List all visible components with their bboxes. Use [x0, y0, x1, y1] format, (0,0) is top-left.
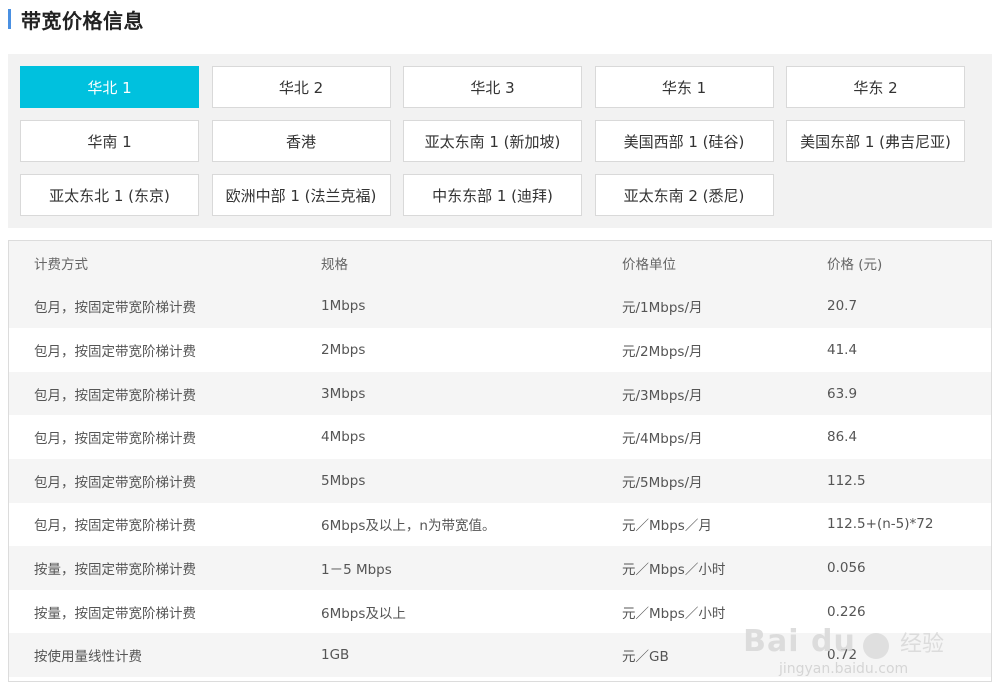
region-button[interactable]: 香港 [211, 120, 391, 162]
table-row: 包月，按固定带宽阶梯计费 5Mbps 元/5Mbps/月 112.5 [9, 458, 991, 503]
region-button[interactable]: 中东东部 1 (迪拜) [403, 174, 582, 216]
region-button[interactable]: 华东 2 [786, 66, 965, 108]
region-button[interactable]: 华东 1 [594, 66, 774, 108]
cell-spec: 6Mbps及以上 [321, 605, 406, 622]
watermark-text: 经验 [899, 631, 944, 657]
cell-price: 63.9 [827, 385, 858, 402]
table-row: 包月，按固定带宽阶梯计费 2Mbps 元/2Mbps/月 41.4 [9, 328, 991, 372]
cell-billing-method: 包月，按固定带宽阶梯计费 [34, 431, 196, 448]
region-button[interactable]: 美国西部 1 (硅谷) [594, 120, 774, 162]
region-button[interactable]: 华南 1 [20, 120, 199, 162]
region-button[interactable]: 华北 1 [20, 66, 199, 108]
table-row: 包月，按固定带宽阶梯计费 1Mbps 元/1Mbps/月 20.7 [9, 284, 991, 329]
watermark-logo: Bai du [743, 623, 856, 659]
header-spec: 规格 [321, 256, 348, 273]
cell-spec: 3Mbps [321, 385, 366, 402]
cell-spec: 6Mbps及以上，n为带宽值。 [321, 518, 496, 535]
cell-price: 112.5+(n-5)*72 [827, 516, 934, 533]
region-grid: 华北 1 华北 2 华北 3 华东 1 华东 2 华南 1 香港 亚太东南 1 (新加坡) 美国… [20, 66, 965, 216]
cell-price: 0.226 [827, 603, 866, 620]
cell-billing-method: 包月，按固定带宽阶梯计费 [34, 387, 196, 404]
region-selector-panel: 华北 1 华北 2 华北 3 华东 1 华东 2 华南 1 香港 亚太东南 1 (新加坡) 美国… [8, 54, 992, 228]
region-button[interactable]: 华北 2 [211, 66, 391, 108]
title-accent-bar [8, 9, 11, 29]
table-row: 包月，按固定带宽阶梯计费 6Mbps及以上，n为带宽值。 元／Mbps／月 112.5… [9, 503, 991, 547]
baidu-jingyan-watermark: Bai du 经验 jingyan.baidu.com [743, 624, 944, 678]
cell-price: 86.4 [827, 429, 858, 446]
cell-price-unit: 元/1Mbps/月 [622, 300, 703, 317]
table-header-row: 计费方式 规格 价格单位 价格 (元) [9, 241, 991, 285]
watermark-url: jingyan.baidu.com [778, 661, 909, 677]
region-button[interactable]: 华北 3 [403, 66, 582, 108]
page-title: 带宽价格信息 [21, 8, 144, 33]
cell-billing-method: 按量，按固定带宽阶梯计费 [34, 561, 196, 578]
cell-price-unit: 元／Mbps／小时 [622, 561, 726, 578]
paw-icon [862, 633, 889, 659]
table-row: 包月，按固定带宽阶梯计费 3Mbps 元/3Mbps/月 63.9 [9, 371, 991, 416]
region-button[interactable]: 欧洲中部 1 (法兰克福) [211, 174, 391, 216]
cell-price-unit: 元／Mbps／月 [622, 518, 712, 535]
cell-price-unit: 元/5Mbps/月 [622, 474, 703, 491]
region-button[interactable]: 亚太东南 1 (新加坡) [403, 120, 582, 162]
cell-spec: 2Mbps [321, 341, 366, 358]
cell-billing-method: 包月，按固定带宽阶梯计费 [34, 343, 196, 360]
cell-price: 20.7 [827, 298, 858, 315]
header-price-unit: 价格单位 [622, 256, 676, 273]
bandwidth-price-table: 计费方式 规格 价格单位 价格 (元) 包月，按固定带宽阶梯计费 1Mbps 元/1… [8, 240, 992, 682]
table-row: 包月，按固定带宽阶梯计费 4Mbps 元/4Mbps/月 86.4 [9, 415, 991, 459]
table-row: 按量，按固定带宽阶梯计费 1－5 Mbps 元／Mbps／小时 0.056 [9, 546, 991, 590]
header-billing-method: 计费方式 [34, 256, 88, 273]
region-button[interactable]: 亚太东南 2 (悉尼) [594, 174, 774, 216]
cell-billing-method: 包月，按固定带宽阶梯计费 [34, 518, 196, 535]
cell-spec: 1GB [321, 647, 350, 664]
region-button[interactable]: 亚太东北 1 (东京) [20, 174, 199, 216]
cell-price: 41.4 [827, 341, 858, 358]
cell-billing-method: 包月，按固定带宽阶梯计费 [34, 474, 196, 491]
cell-spec: 1－5 Mbps [321, 561, 392, 578]
region-button[interactable]: 美国东部 1 (弗吉尼亚) [786, 120, 965, 162]
cell-price-unit: 元／Mbps／小时 [622, 605, 726, 622]
cell-price: 112.5 [827, 472, 866, 489]
cell-spec: 5Mbps [321, 472, 366, 489]
cell-billing-method: 按量，按固定带宽阶梯计费 [34, 605, 196, 622]
header-price: 价格 (元) [827, 256, 883, 273]
cell-spec: 1Mbps [321, 298, 366, 315]
cell-price-unit: 元/3Mbps/月 [622, 387, 703, 404]
cell-billing-method: 包月，按固定带宽阶梯计费 [34, 300, 196, 317]
cell-price-unit: 元/2Mbps/月 [622, 343, 703, 360]
cell-spec: 4Mbps [321, 429, 366, 446]
page-header: 带宽价格信息 [8, 6, 144, 33]
cell-price-unit: 元/4Mbps/月 [622, 431, 703, 448]
cell-billing-method: 按使用量线性计费 [34, 649, 142, 666]
cell-price: 0.056 [827, 559, 866, 576]
